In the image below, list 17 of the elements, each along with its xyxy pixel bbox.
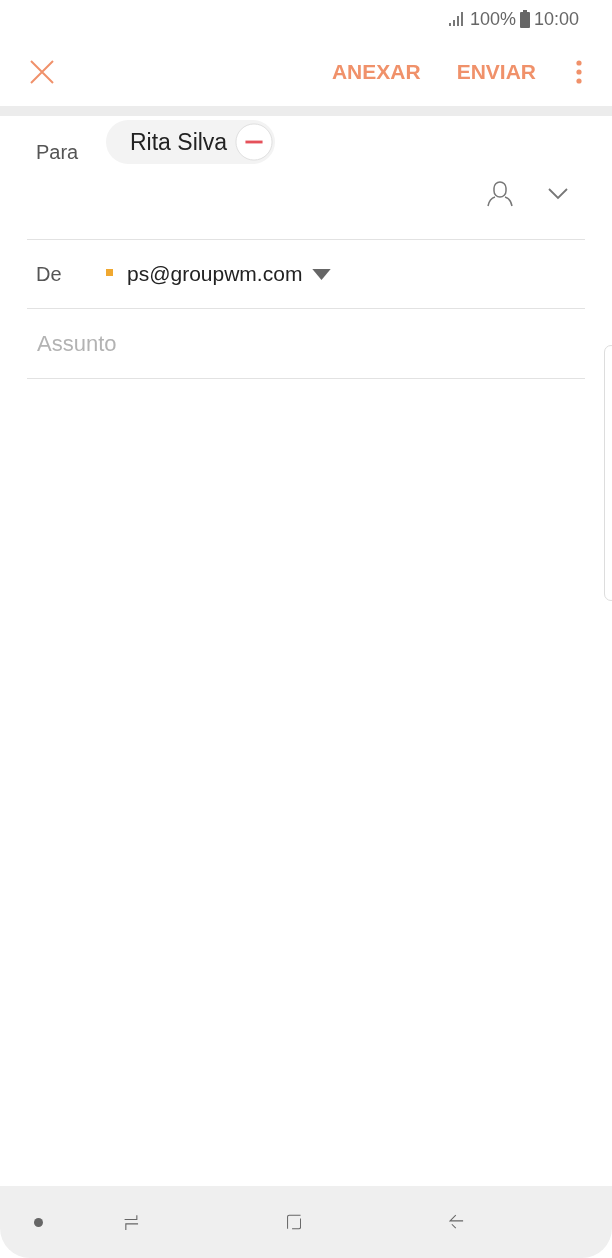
dropdown-arrow-icon[interactable] (312, 268, 332, 280)
to-label: Para (35, 139, 80, 164)
dot-icon[interactable] (34, 1217, 43, 1227)
recipient-name: Rita Silva (130, 128, 228, 156)
chevron-down-icon[interactable] (548, 188, 568, 200)
close-icon[interactable] (30, 60, 54, 84)
clock: 10:00 (533, 8, 579, 30)
contact-icon[interactable] (486, 180, 514, 208)
subject-field[interactable]: Assunto (27, 330, 585, 357)
battery-icon (519, 10, 530, 28)
more-options-icon[interactable] (576, 60, 582, 84)
remove-icon[interactable] (235, 123, 274, 161)
signal-icon (447, 11, 466, 27)
from-label: De (35, 262, 63, 286)
account-address[interactable]: ps@groupwm.com (127, 262, 303, 286)
battery-percent: 100% (469, 8, 516, 30)
recipient-chip[interactable]: Rita Silva (106, 120, 276, 164)
